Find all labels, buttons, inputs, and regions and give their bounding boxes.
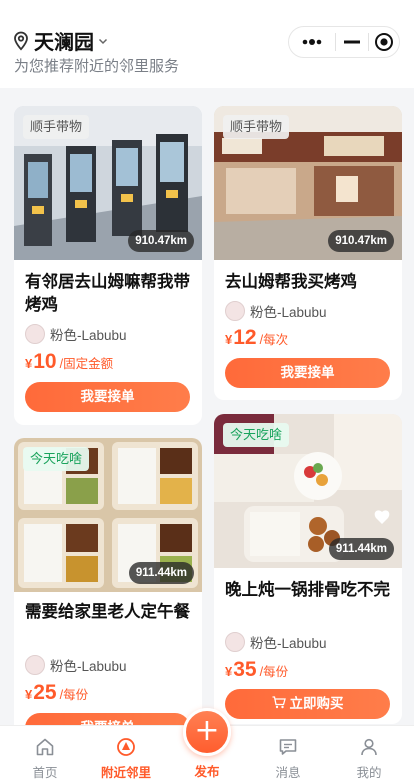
category-tag: 今天吃啥 bbox=[23, 447, 90, 471]
currency-symbol: ¥ bbox=[225, 664, 233, 679]
avatar bbox=[25, 655, 45, 675]
price-unit: /每次 bbox=[259, 333, 289, 347]
card-title: 有邻居去山姆嘛帮我带烤鸡 bbox=[25, 273, 190, 314]
distance-badge: 910.47km bbox=[328, 230, 394, 252]
category-tag: 顺手带物 bbox=[23, 115, 90, 139]
buy-now-button[interactable]: 立即购买 bbox=[225, 689, 390, 719]
tab-me[interactable]: 我的 bbox=[328, 726, 410, 780]
publish-button[interactable]: + bbox=[183, 708, 231, 756]
price-value: 25 bbox=[33, 681, 57, 704]
task-card[interactable]: 顺手带物 910.47km 有邻居去山姆嘛帮我带烤鸡 粉色-Labubu ¥ 1… bbox=[14, 106, 202, 425]
card-user: 粉色-Labubu bbox=[225, 301, 327, 321]
card-title: 晚上炖一锅排骨吃不完 bbox=[225, 581, 390, 599]
card-title: 需要给家里老人定午餐 bbox=[25, 603, 190, 621]
tab-label-publish: 发布 bbox=[194, 765, 220, 779]
chevron-down-icon bbox=[98, 38, 108, 44]
message-icon bbox=[279, 739, 297, 755]
task-card[interactable]: 今天吃啥 911.44km 晚上炖一锅排骨吃不完 粉色-Labubu ¥ 35 … bbox=[214, 414, 402, 724]
price-value: 10 bbox=[33, 350, 57, 373]
card-image: 今天吃啥 911.44km bbox=[214, 414, 402, 568]
user-name: 粉色-Labubu bbox=[250, 636, 327, 651]
avatar bbox=[25, 324, 45, 344]
user-name: 粉色-Labubu bbox=[250, 305, 327, 320]
close-circle-icon bbox=[375, 33, 394, 51]
header: 天澜园 为您推荐附近的邻里服务 bbox=[0, 0, 414, 88]
price-unit: /固定金额 bbox=[59, 357, 114, 371]
distance-badge: 911.44km bbox=[328, 538, 394, 560]
price-value: 35 bbox=[233, 658, 257, 681]
card-price: ¥ 35 /每份 bbox=[225, 658, 288, 682]
location-title: 天澜园 bbox=[34, 32, 94, 54]
close-button[interactable] bbox=[369, 27, 399, 57]
accept-order-button[interactable]: 我要接单 bbox=[25, 382, 190, 412]
distance-badge: 911.44km bbox=[128, 562, 194, 584]
app-page: 天澜园 为您推荐附近的邻里服务 顺手带物 910.47km 有邻居去山姆嘛帮我带… bbox=[0, 0, 414, 780]
more-button[interactable] bbox=[289, 27, 335, 57]
price-unit: /每份 bbox=[59, 688, 89, 702]
user-icon bbox=[361, 738, 377, 756]
task-card[interactable]: 顺手带物 910.47km 去山姆帮我买烤鸡 粉色-Labubu ¥ 12 /每… bbox=[214, 106, 402, 400]
task-card[interactable]: 今天吃啥 911.44km 需要给家里老人定午餐 粉色-Labubu ¥ 25 … bbox=[14, 438, 202, 738]
distance-badge: 910.47km bbox=[128, 230, 194, 252]
user-name: 粉色-Labubu bbox=[50, 328, 127, 343]
cart-icon bbox=[272, 696, 286, 709]
minimize-button[interactable] bbox=[336, 27, 369, 57]
currency-symbol: ¥ bbox=[25, 356, 33, 371]
card-image: 顺手带物 910.47km bbox=[214, 106, 402, 260]
card-user: 粉色-Labubu bbox=[25, 655, 127, 675]
plus-icon: + bbox=[194, 713, 220, 748]
user-name: 粉色-Labubu bbox=[50, 659, 127, 674]
tab-label: 首页 bbox=[32, 766, 58, 780]
card-price: ¥ 25 /每份 bbox=[25, 681, 88, 705]
card-price: ¥ 10 /固定金额 bbox=[25, 350, 113, 374]
home-icon bbox=[36, 738, 54, 756]
minus-icon bbox=[343, 40, 360, 44]
nearby-icon bbox=[117, 738, 135, 756]
tab-home[interactable]: 首页 bbox=[4, 726, 86, 780]
currency-symbol: ¥ bbox=[25, 687, 33, 702]
currency-symbol: ¥ bbox=[225, 332, 233, 347]
category-tag: 今天吃啥 bbox=[223, 423, 290, 447]
tab-label: 我的 bbox=[356, 766, 382, 780]
tab-label: 消息 bbox=[275, 766, 301, 780]
more-dots-icon bbox=[302, 39, 322, 45]
card-user: 粉色-Labubu bbox=[225, 632, 327, 652]
category-tag: 顺手带物 bbox=[223, 115, 290, 139]
buy-now-label: 立即购买 bbox=[289, 696, 344, 711]
location-selector[interactable]: 天澜园 bbox=[12, 26, 109, 55]
tab-nearby[interactable]: 附近邻里 bbox=[85, 726, 167, 780]
price-value: 12 bbox=[233, 326, 257, 349]
page-subtitle: 为您推荐附近的邻里服务 bbox=[14, 58, 180, 75]
tab-messages[interactable]: 消息 bbox=[247, 726, 329, 780]
card-image: 今天吃啥 911.44km bbox=[14, 438, 202, 592]
card-price: ¥ 12 /每次 bbox=[225, 326, 288, 350]
accept-order-button[interactable]: 我要接单 bbox=[225, 358, 390, 388]
tab-label: 附近邻里 bbox=[100, 766, 151, 780]
avatar bbox=[225, 301, 245, 321]
miniprogram-capsule bbox=[288, 26, 400, 58]
price-unit: /每份 bbox=[259, 665, 289, 679]
card-title: 去山姆帮我买烤鸡 bbox=[225, 273, 357, 291]
avatar bbox=[225, 632, 245, 652]
location-pin-icon bbox=[14, 31, 28, 51]
card-user: 粉色-Labubu bbox=[25, 324, 127, 344]
card-image: 顺手带物 910.47km bbox=[14, 106, 202, 260]
